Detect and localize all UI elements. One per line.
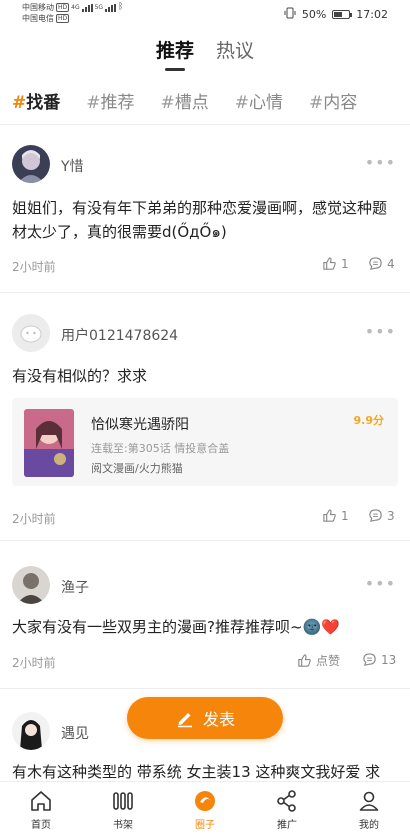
post-content[interactable]: 姐姐们，有没有年下弟弟的那种恋爱漫画啊，感觉这种题材太少了，真的很需要d(ŐдŐ…: [12, 196, 400, 244]
divider: [0, 292, 410, 293]
avatar[interactable]: [12, 712, 50, 750]
publish-button[interactable]: 发表: [127, 697, 283, 739]
hd-badge: HD: [56, 3, 70, 12]
comic-progress: 连载至:第305话 情投意合盖: [91, 442, 230, 455]
status-right: 50% 17:02: [284, 7, 388, 22]
bottom-nav: 首页 书架 圈子 推广 我的: [0, 781, 410, 837]
nav-home[interactable]: 首页: [0, 782, 82, 837]
divider: [0, 540, 410, 541]
divider: [0, 688, 410, 689]
carrier-info: 中国移动 HD 4G 5G ᛒ 中国电信 HD: [22, 2, 123, 24]
nav-promote[interactable]: 推广: [246, 782, 328, 837]
avatar[interactable]: [12, 566, 50, 604]
clock: 17:02: [356, 8, 388, 21]
hd-badge: HD: [56, 14, 70, 23]
share-icon: [277, 790, 296, 812]
topic-complaints[interactable]: #槽点: [161, 88, 209, 113]
nav-bookshelf[interactable]: 书架: [82, 782, 164, 837]
divider: [0, 124, 410, 125]
topic-recommend[interactable]: #推荐: [86, 88, 134, 113]
battery-icon: [332, 10, 353, 19]
comic-publisher: 阅文漫画/火力熊猫: [91, 462, 183, 475]
comic-card[interactable]: 恰似寒光遇骄阳 9.9分 连载至:第305话 情投意合盖 阅文漫画/火力熊猫: [12, 398, 398, 486]
more-icon[interactable]: •••: [365, 153, 396, 172]
post-time: 2小时前: [12, 512, 56, 526]
topic-mood[interactable]: #心情: [235, 88, 283, 113]
like-button[interactable]: 点赞: [297, 652, 340, 669]
username[interactable]: Y惜: [61, 156, 84, 176]
thumbs-up-icon: [323, 509, 336, 522]
bookshelf-icon: [113, 792, 133, 810]
carrier-2: 中国电信: [22, 14, 54, 23]
net-1: 4G: [71, 4, 80, 11]
avatar[interactable]: [12, 314, 50, 352]
comment-button[interactable]: 4: [368, 256, 395, 271]
more-icon[interactable]: •••: [365, 574, 396, 593]
status-bar: 中国移动 HD 4G 5G ᛒ 中国电信 HD 50% 17:02: [0, 0, 410, 28]
comment-icon: [369, 509, 382, 522]
more-icon[interactable]: •••: [365, 322, 396, 341]
avatar[interactable]: [12, 145, 50, 183]
tab-recommend[interactable]: 推荐: [156, 36, 194, 76]
thumbs-up-icon: [298, 654, 311, 667]
comic-score: 9.9分: [353, 414, 385, 427]
post-content[interactable]: 大家有没有一些双男主的漫画?推荐推荐呗~🌚❤️: [12, 615, 400, 639]
tab-hot[interactable]: 热议: [216, 36, 254, 76]
comment-icon: [369, 257, 382, 270]
signal-icon: [105, 3, 117, 12]
comic-title[interactable]: 恰似寒光遇骄阳: [91, 414, 189, 434]
topic-find[interactable]: #找番: [12, 88, 60, 113]
like-button[interactable]: 1: [322, 508, 349, 523]
like-button[interactable]: 1: [322, 256, 349, 271]
comment-button[interactable]: 3: [368, 508, 395, 523]
comment-button[interactable]: 13: [362, 652, 396, 667]
profile-icon: [359, 791, 379, 811]
signal-icon: [81, 3, 93, 12]
publish-label: 发表: [202, 710, 235, 729]
username[interactable]: 渔子: [61, 577, 89, 597]
home-icon: [31, 791, 51, 811]
vibrate-icon: [284, 7, 296, 22]
comic-cover: [24, 409, 74, 477]
net-2: 5G: [94, 4, 104, 11]
post-time: 2小时前: [12, 656, 56, 670]
username[interactable]: 用户0121478624: [61, 325, 178, 345]
battery-percent: 50%: [301, 8, 327, 21]
pen-icon: [177, 713, 192, 728]
topic-tabs: #找番 #推荐 #槽点 #心情 #内容: [12, 88, 402, 113]
thumbs-up-icon: [323, 257, 336, 270]
carrier-1: 中国移动: [22, 3, 54, 12]
comment-icon: [363, 653, 376, 666]
nav-circle[interactable]: 圈子: [164, 782, 246, 837]
bluetooth-icon: ᛒ: [118, 2, 124, 12]
post-content[interactable]: 有没有相似的？求求: [12, 364, 400, 388]
circle-icon: [195, 791, 215, 811]
post-time: 2小时前: [12, 260, 56, 274]
nav-profile[interactable]: 我的: [328, 782, 410, 837]
topic-content[interactable]: #内容: [309, 88, 357, 113]
top-tabs: 推荐 热议: [0, 36, 410, 76]
username[interactable]: 遇见: [61, 723, 89, 743]
